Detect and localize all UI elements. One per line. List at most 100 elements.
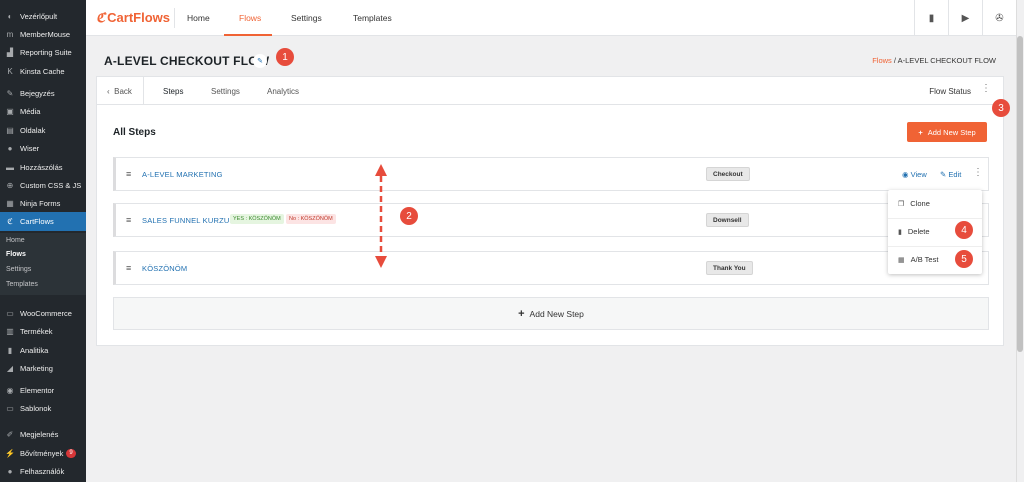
edit-step-link[interactable]: ✎ Edit bbox=[940, 170, 961, 179]
step-name[interactable]: KÖSZÖNÖM bbox=[142, 264, 187, 273]
nav-tab-templates[interactable]: Templates bbox=[353, 13, 392, 23]
step-name[interactable]: SALES FUNNEL KURZUS bbox=[142, 216, 235, 225]
menu-divider bbox=[888, 218, 982, 219]
sidebar-item-felhaszn-l-k[interactable]: ● Felhasználók bbox=[0, 462, 86, 481]
ab-test-icon: ▦ bbox=[898, 256, 905, 264]
book-icon[interactable]: ▮ bbox=[914, 0, 948, 36]
step-row[interactable]: ≡ A-LEVEL MARKETING Checkout ◉ View ✎ Ed… bbox=[113, 157, 989, 191]
menu-divider bbox=[888, 246, 982, 247]
sidebar-item-analitika[interactable]: ▮ Analitika bbox=[0, 341, 86, 360]
step-more-icon[interactable]: ⋮ bbox=[973, 168, 983, 178]
step-row[interactable]: ≡ KÖSZÖNÖM Thank You bbox=[113, 251, 989, 285]
media-icon: ▣ bbox=[6, 107, 14, 116]
sidebar-item-term-kek[interactable]: ▥ Termékek bbox=[0, 322, 86, 341]
submenu-item-settings[interactable]: Settings bbox=[6, 266, 31, 273]
sidebar-item-custom-css-js[interactable]: ⊕ Custom CSS & JS bbox=[0, 176, 86, 195]
step-name[interactable]: A-LEVEL MARKETING bbox=[142, 170, 223, 179]
plus-circle-icon: ⊕ bbox=[6, 181, 14, 190]
forms-icon: ▦ bbox=[6, 199, 14, 208]
nav-tab-flows[interactable]: Flows bbox=[239, 13, 261, 23]
submenu-item-flows[interactable]: Flows bbox=[6, 251, 26, 258]
flow-status-more-icon[interactable]: ⋮ bbox=[981, 84, 991, 94]
woocommerce-icon: ▭ bbox=[6, 309, 14, 318]
nav-tab-settings[interactable]: Settings bbox=[291, 13, 322, 23]
pin-icon: ✎ bbox=[6, 89, 14, 98]
elementor-icon: ◉ bbox=[6, 386, 14, 395]
sidebar-item-vez-rl-pult[interactable]: ◐ Vezérlőpult bbox=[0, 7, 86, 26]
sidebar-item-ninja-forms[interactable]: ▦ Ninja Forms bbox=[0, 194, 86, 213]
all-steps-heading: All Steps bbox=[113, 127, 156, 138]
no-next-step-tag: No : KÖSZÖNÖM bbox=[286, 214, 336, 224]
wiser-icon: ● bbox=[7, 144, 13, 153]
pages-icon: ▤ bbox=[6, 126, 14, 135]
yes-next-step-tag: YES : KÖSZÖNÖM bbox=[230, 214, 284, 224]
tab-analytics[interactable]: Analytics bbox=[267, 87, 299, 96]
sidebar-item-marketing[interactable]: ◢ Marketing bbox=[0, 359, 86, 378]
comment-icon: ▬ bbox=[6, 163, 14, 172]
breadcrumb-current: A-LEVEL CHECKOUT FLOW bbox=[897, 56, 996, 65]
view-step-link[interactable]: ◉ View bbox=[902, 170, 927, 179]
sidebar-item-membermouse[interactable]: m MemberMouse bbox=[0, 25, 86, 44]
templates-icon: ▭ bbox=[6, 404, 14, 413]
membermouse-icon: m bbox=[6, 30, 14, 39]
analytics-icon: ▮ bbox=[7, 346, 13, 355]
drag-handle-icon[interactable]: ≡ bbox=[126, 216, 135, 225]
sidebar-item-cartflows[interactable]: ℭ CartFlows bbox=[0, 212, 86, 231]
edit-title-pencil-icon[interactable]: ✎ bbox=[253, 54, 267, 68]
support-icon[interactable]: ✇ bbox=[982, 0, 1016, 36]
cartflows-logo[interactable]: ℭ CartFlows bbox=[96, 10, 170, 26]
scrollbar-thumb[interactable] bbox=[1017, 36, 1023, 352]
sidebar-item-m-dia[interactable]: ▣ Média bbox=[0, 102, 86, 121]
dashboard-icon: ◐ bbox=[7, 12, 13, 21]
sidebar-item-wiser[interactable]: ● Wiser bbox=[0, 139, 86, 158]
page-scrollbar[interactable] bbox=[1016, 0, 1024, 482]
plus-icon: + bbox=[518, 307, 525, 320]
submenu-item-home[interactable]: Home bbox=[6, 237, 25, 244]
callout-3: 3 bbox=[992, 99, 1010, 117]
drag-handle-icon[interactable]: ≡ bbox=[126, 170, 135, 179]
clone-menu-item[interactable]: ❐ Clone bbox=[898, 199, 930, 208]
sidebar-item-kinsta-cache[interactable]: K Kinsta Cache bbox=[0, 62, 86, 81]
callout-2: 2 bbox=[400, 207, 418, 225]
appearance-icon: ✐ bbox=[6, 430, 14, 439]
back-button[interactable]: ‹ Back bbox=[107, 87, 132, 96]
ab-test-menu-item[interactable]: ▦ A/B Test bbox=[898, 255, 938, 264]
sidebar-item-reporting-suite[interactable]: ▟ Reporting Suite bbox=[0, 43, 86, 62]
active-tab-indicator bbox=[224, 34, 272, 36]
users-icon: ● bbox=[7, 467, 13, 476]
nav-tab-home[interactable]: Home bbox=[187, 13, 210, 23]
callout-1: 1 bbox=[276, 48, 294, 66]
add-new-step-row[interactable]: + Add New Step bbox=[113, 297, 989, 330]
top-bar: ℭ CartFlows Home Flows Settings Templates… bbox=[86, 0, 1016, 36]
pencil-icon: ✎ bbox=[940, 170, 947, 179]
breadcrumb: Flows / A-LEVEL CHECKOUT FLOW bbox=[872, 56, 996, 65]
sidebar-item-oldalak[interactable]: ▤ Oldalak bbox=[0, 121, 86, 140]
sidebar-item-sablonok[interactable]: ▭ Sablonok bbox=[0, 399, 86, 418]
sidebar-item-megjelen-s[interactable]: ✐ Megjelenés bbox=[0, 425, 86, 444]
step-row[interactable]: ≡ SALES FUNNEL KURZUS YES : KÖSZÖNÖM No … bbox=[113, 203, 989, 237]
trash-icon: ▮ bbox=[898, 228, 902, 236]
step-type-badge: Downsell bbox=[706, 213, 749, 227]
submenu-item-templates[interactable]: Templates bbox=[6, 281, 38, 288]
step-type-badge: Thank You bbox=[706, 261, 753, 275]
products-icon: ▥ bbox=[6, 327, 14, 336]
plus-icon: + bbox=[918, 127, 923, 137]
chevron-left-icon: ‹ bbox=[107, 87, 110, 96]
sidebar-item-b-v-tm-nyek[interactable]: ⚡ Bővítmények 9 bbox=[0, 444, 86, 463]
add-new-step-button[interactable]: + Add New Step bbox=[907, 122, 987, 142]
tab-settings[interactable]: Settings bbox=[211, 87, 240, 96]
sidebar-item-hozz-sz-l-s[interactable]: ▬ Hozzászólás bbox=[0, 158, 86, 177]
flow-tabs-bar: ‹ Back Steps Settings Analytics Flow Sta… bbox=[97, 77, 1003, 105]
logo-divider bbox=[174, 8, 175, 28]
drag-handle-icon[interactable]: ≡ bbox=[126, 264, 135, 273]
tab-steps[interactable]: Steps bbox=[163, 87, 183, 96]
sidebar-item-elementor[interactable]: ◉ Elementor bbox=[0, 381, 86, 400]
sidebar-item-woocommerce[interactable]: ▭ WooCommerce bbox=[0, 304, 86, 323]
youtube-icon[interactable]: ▶ bbox=[948, 0, 982, 36]
delete-menu-item[interactable]: ▮ Delete bbox=[898, 227, 930, 236]
sidebar-item-bejegyz-s[interactable]: ✎ Bejegyzés bbox=[0, 84, 86, 103]
breadcrumb-flows-link[interactable]: Flows bbox=[872, 56, 892, 65]
callout-5: 5 bbox=[955, 250, 973, 268]
update-count-badge: 9 bbox=[66, 449, 76, 458]
flow-card: ‹ Back Steps Settings Analytics Flow Sta… bbox=[96, 76, 1004, 346]
